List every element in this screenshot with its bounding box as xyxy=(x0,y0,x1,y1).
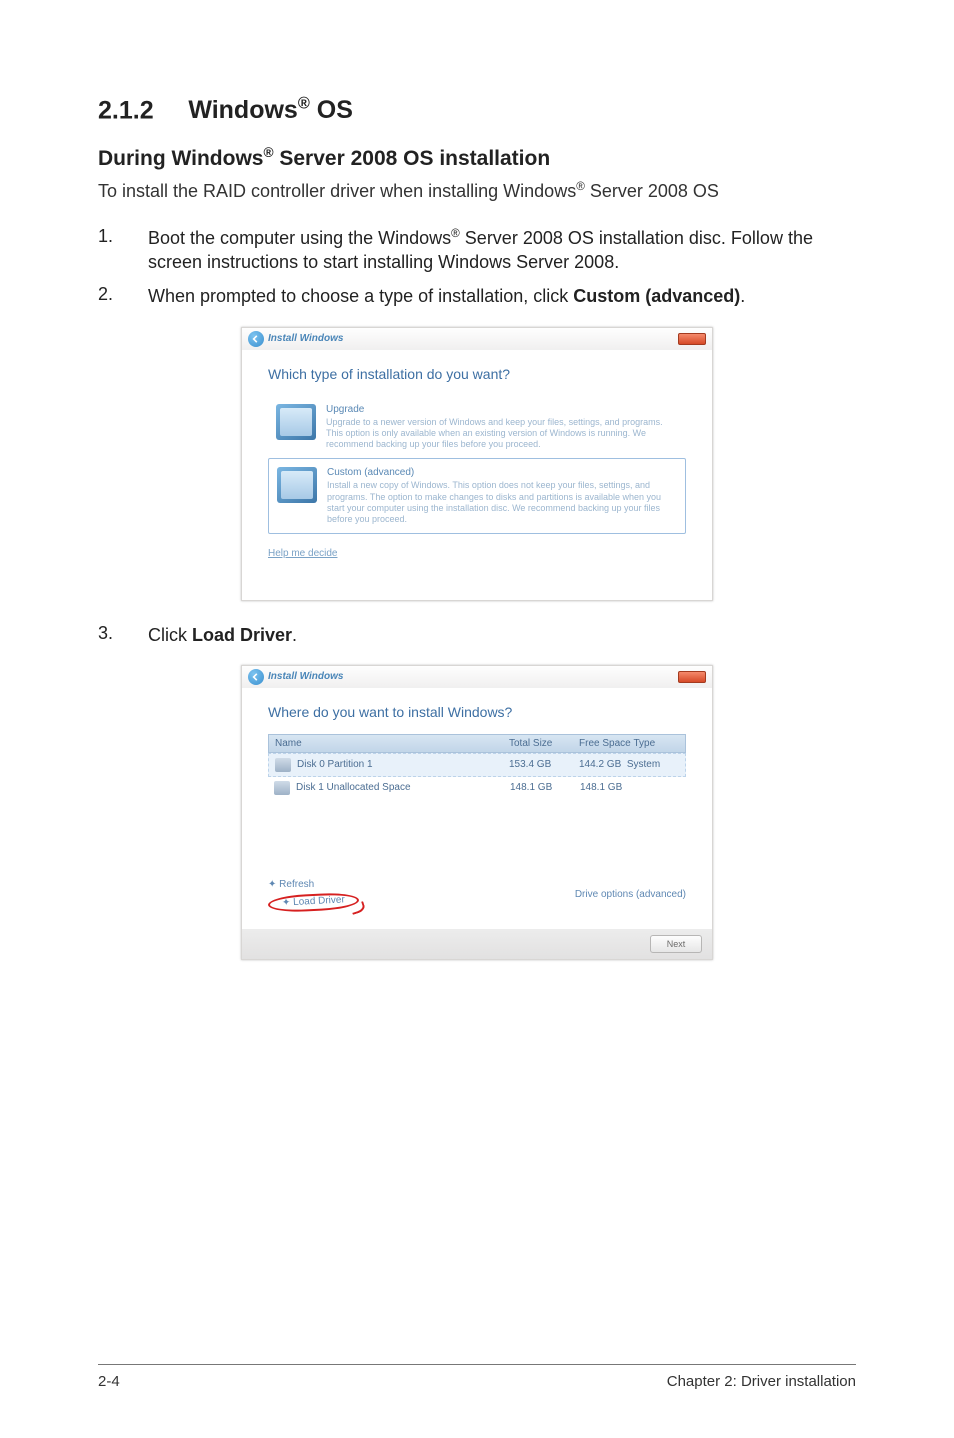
page-footer: 2-4 Chapter 2: Driver installation xyxy=(98,1364,856,1390)
option-title: Custom (advanced) xyxy=(327,467,677,478)
load-driver-link[interactable]: ✦ Load Driver xyxy=(282,894,345,908)
section-heading: 2.1.2 Windows® OS xyxy=(98,95,856,125)
back-icon[interactable] xyxy=(248,331,264,347)
page-number: 2-4 xyxy=(98,1373,120,1390)
screenshot-2: Install Windows Where do you want to ins… xyxy=(98,665,856,960)
disk-total: 153.4 GB xyxy=(509,759,579,770)
disk-row[interactable]: Disk 0 Partition 1 153.4 GB 144.2 GB Sys… xyxy=(268,753,686,777)
chapter-label: Chapter 2: Driver installation xyxy=(667,1373,856,1390)
col-name: Name xyxy=(275,738,509,749)
disk-icon xyxy=(274,781,290,795)
back-icon[interactable] xyxy=(248,669,264,685)
list-item: 2. When prompted to choose a type of ins… xyxy=(98,284,856,308)
disk-free-type: 144.2 GB System xyxy=(579,759,679,770)
close-icon[interactable] xyxy=(678,671,706,683)
step-list: 1. Boot the computer using the Windows® … xyxy=(98,226,856,309)
dialog-titlebar: Install Windows xyxy=(242,328,712,350)
list-item: 3. Click Load Driver. xyxy=(98,623,856,647)
disk-total: 148.1 GB xyxy=(510,782,580,793)
refresh-link[interactable]: ✦ Refresh xyxy=(268,879,359,890)
option-desc: Upgrade to a newer version of Windows an… xyxy=(326,417,678,451)
step-number: 3. xyxy=(98,623,148,647)
upgrade-icon xyxy=(276,404,316,440)
section-title: Windows® OS xyxy=(188,96,353,124)
col-total: Total Size xyxy=(509,738,579,749)
dialog-body: Which type of installation do you want? … xyxy=(242,350,712,600)
step-number: 2. xyxy=(98,284,148,308)
dialog-titlebar: Install Windows xyxy=(242,666,712,688)
option-upgrade[interactable]: Upgrade Upgrade to a newer version of Wi… xyxy=(268,396,686,459)
col-free-type: Free Space Type xyxy=(579,738,679,749)
disk-name: Disk 0 Partition 1 xyxy=(297,759,509,770)
drive-options-link[interactable]: Drive options (advanced) xyxy=(575,889,686,900)
disk-row[interactable]: Disk 1 Unallocated Space 148.1 GB 148.1 … xyxy=(268,777,686,799)
list-item: 1. Boot the computer using the Windows® … xyxy=(98,226,856,275)
disk-free-type: 148.1 GB xyxy=(580,782,680,793)
disk-icon xyxy=(275,758,291,772)
section-number: 2.1.2 xyxy=(98,96,154,124)
dialog-caption: Install Windows xyxy=(268,671,343,682)
option-title: Upgrade xyxy=(326,404,678,415)
dialog-body: Where do you want to install Windows? Na… xyxy=(242,688,712,929)
dialog-caption: Install Windows xyxy=(268,333,343,344)
step-text: Click Load Driver. xyxy=(148,623,297,647)
next-button[interactable]: Next xyxy=(650,935,702,953)
install-location-dialog: Install Windows Where do you want to ins… xyxy=(241,665,713,960)
step-text: Boot the computer using the Windows® Ser… xyxy=(148,226,856,275)
disk-empty-area xyxy=(268,799,686,869)
disk-header: Name Total Size Free Space Type xyxy=(268,734,686,753)
subsection-heading: During Windows® Server 2008 OS installat… xyxy=(98,145,856,171)
step-list-cont: 3. Click Load Driver. xyxy=(98,623,856,647)
disk-name: Disk 1 Unallocated Space xyxy=(296,782,510,793)
intro-text: To install the RAID controller driver wh… xyxy=(98,179,856,203)
close-icon[interactable] xyxy=(678,333,706,345)
help-link[interactable]: Help me decide xyxy=(268,548,337,559)
option-desc: Install a new copy of Windows. This opti… xyxy=(327,480,677,525)
dialog-prompt: Which type of installation do you want? xyxy=(268,366,686,382)
drive-toolbar: ✦ Refresh ✦ Load Driver Drive options (a… xyxy=(268,879,686,911)
dialog-prompt: Where do you want to install Windows? xyxy=(268,704,686,720)
screenshot-1: Install Windows Which type of installati… xyxy=(98,327,856,601)
load-driver-highlight: ✦ Load Driver xyxy=(268,894,359,911)
step-number: 1. xyxy=(98,226,148,275)
dialog-footer: Next xyxy=(242,929,712,959)
custom-icon xyxy=(277,467,317,503)
install-type-dialog: Install Windows Which type of installati… xyxy=(241,327,713,601)
option-custom[interactable]: Custom (advanced) Install a new copy of … xyxy=(268,458,686,534)
step-text: When prompted to choose a type of instal… xyxy=(148,284,745,308)
